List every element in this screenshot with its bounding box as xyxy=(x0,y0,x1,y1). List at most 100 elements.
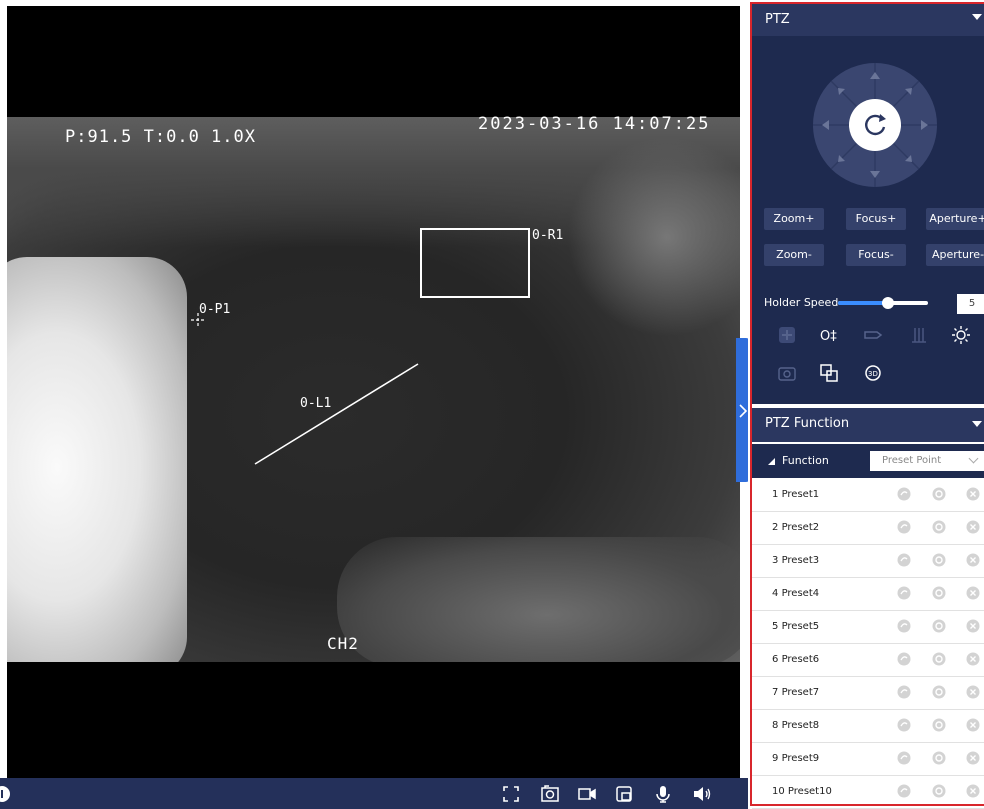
set-preset-icon[interactable] xyxy=(932,520,946,534)
focus-in-button[interactable]: Focus+ xyxy=(846,208,906,230)
tag-icon[interactable] xyxy=(862,324,884,346)
position-icon[interactable] xyxy=(818,362,840,384)
delete-preset-icon[interactable] xyxy=(966,520,980,534)
volume-icon[interactable] xyxy=(692,784,712,804)
delete-preset-icon[interactable] xyxy=(966,586,980,600)
call-preset-icon[interactable] xyxy=(897,718,911,732)
triangle-icon xyxy=(768,458,775,465)
chevron-down-icon[interactable] xyxy=(972,14,982,20)
point-label: 0-P1 xyxy=(199,302,231,317)
delete-preset-icon[interactable] xyxy=(966,619,980,633)
preset-label: Preset7 xyxy=(781,687,820,698)
holder-speed-slider[interactable] xyxy=(838,297,928,309)
delete-preset-icon[interactable] xyxy=(966,718,980,732)
preset-name: 9 xyxy=(772,753,779,764)
ptz-header[interactable]: PTZ xyxy=(752,4,984,36)
set-preset-icon[interactable] xyxy=(932,751,946,765)
function-select[interactable]: Preset Point xyxy=(870,451,984,471)
delete-preset-icon[interactable] xyxy=(966,487,980,501)
roi-rectangle xyxy=(420,228,530,298)
window-icon[interactable] xyxy=(614,784,634,804)
preset-name: 2 xyxy=(772,522,779,533)
preset-list: 1 Preset1 2 Preset2 3 Preset3 4 Preset4 5 Pr… xyxy=(752,479,984,809)
preset-text: 7 Preset7 xyxy=(772,687,819,698)
preset-row[interactable]: 1 Preset1 xyxy=(752,479,984,512)
info-icon[interactable] xyxy=(0,784,16,804)
preset-row[interactable]: 2 Preset2 xyxy=(752,512,984,545)
ptz-title: PTZ xyxy=(765,12,790,27)
delete-preset-icon[interactable] xyxy=(966,751,980,765)
aperture-out-button[interactable]: Aperture- xyxy=(926,244,984,266)
ptz-position-overlay: P:91.5 T:0.0 1.0X xyxy=(65,127,256,147)
preset-name: 5 xyxy=(772,621,779,632)
aperture-in-button[interactable]: Aperture+ xyxy=(926,208,984,230)
preset-label: Preset2 xyxy=(781,522,820,533)
call-preset-icon[interactable] xyxy=(897,685,911,699)
set-preset-icon[interactable] xyxy=(932,553,946,567)
zoom-in-button[interactable]: Zoom+ xyxy=(764,208,824,230)
set-preset-icon[interactable] xyxy=(932,652,946,666)
holder-speed-label: Holder Speed xyxy=(764,296,839,309)
slider-handle[interactable] xyxy=(881,297,894,309)
video-area: P:91.5 T:0.0 1.0X 2023-03-16 14:07:25 0-… xyxy=(0,0,740,778)
microphone-icon[interactable] xyxy=(653,784,673,804)
set-preset-icon[interactable] xyxy=(932,718,946,732)
auto-scan-icon[interactable] xyxy=(776,324,798,346)
set-preset-icon[interactable] xyxy=(932,619,946,633)
delete-preset-icon[interactable] xyxy=(966,553,980,567)
delete-preset-icon[interactable] xyxy=(966,784,980,798)
fullscreen-icon[interactable] xyxy=(501,784,521,804)
measure-line xyxy=(254,363,419,465)
call-preset-icon[interactable] xyxy=(897,784,911,798)
preset-row[interactable]: 6 Preset6 xyxy=(752,644,984,677)
preset-text: 4 Preset4 xyxy=(772,588,819,599)
preset-label: Preset3 xyxy=(781,555,820,566)
call-preset-icon[interactable] xyxy=(897,751,911,765)
preset-name: 1 xyxy=(772,489,779,500)
call-preset-icon[interactable] xyxy=(897,619,911,633)
preset-row[interactable]: 7 Preset7 xyxy=(752,677,984,710)
function-label: Function xyxy=(782,454,829,467)
preset-text: 2 Preset2 xyxy=(772,522,819,533)
preset-row[interactable]: 4 Preset4 xyxy=(752,578,984,611)
set-preset-icon[interactable] xyxy=(932,586,946,600)
call-preset-icon[interactable] xyxy=(897,586,911,600)
snapshot-icon[interactable] xyxy=(540,784,560,804)
camera-capture-icon[interactable] xyxy=(776,362,798,384)
set-preset-icon[interactable] xyxy=(932,784,946,798)
ptz-function-header[interactable]: PTZ Function xyxy=(752,408,984,442)
delete-preset-icon[interactable] xyxy=(966,685,980,699)
record-icon[interactable] xyxy=(577,784,597,804)
direction-pad[interactable] xyxy=(812,62,938,188)
call-preset-icon[interactable] xyxy=(897,652,911,666)
delete-preset-icon[interactable] xyxy=(966,652,980,666)
chevron-down-icon[interactable] xyxy=(972,421,982,427)
preset-text: 6 Preset6 xyxy=(772,654,819,665)
preset-row[interactable]: 9 Preset9 xyxy=(752,743,984,776)
wiper-icon[interactable]: O‡ xyxy=(818,324,840,346)
preset-row[interactable]: 10 Preset10 xyxy=(752,776,984,809)
preset-text: 10 Preset10 xyxy=(772,786,832,797)
preset-name: 3 xyxy=(772,555,779,566)
lines-icon[interactable] xyxy=(908,324,930,346)
zoom-out-button[interactable]: Zoom- xyxy=(764,244,824,266)
set-preset-icon[interactable] xyxy=(932,685,946,699)
svg-text:3D: 3D xyxy=(868,370,878,378)
call-preset-icon[interactable] xyxy=(897,553,911,567)
preset-text: 8 Preset8 xyxy=(772,720,819,731)
holder-speed-value[interactable]: 5 xyxy=(957,294,984,314)
preset-label: Preset1 xyxy=(781,489,820,500)
call-preset-icon[interactable] xyxy=(897,487,911,501)
preset-name: 10 xyxy=(772,786,785,797)
light-icon[interactable] xyxy=(950,324,972,346)
focus-out-button[interactable]: Focus- xyxy=(846,244,906,266)
function-select-value: Preset Point xyxy=(882,455,942,466)
preset-row[interactable]: 3 Preset3 xyxy=(752,545,984,578)
preset-row[interactable]: 8 Preset8 xyxy=(752,710,984,743)
preset-text: 9 Preset9 xyxy=(772,753,819,764)
3d-position-icon[interactable]: 3D xyxy=(862,362,884,384)
channel-overlay: CH2 xyxy=(327,634,359,653)
call-preset-icon[interactable] xyxy=(897,520,911,534)
preset-row[interactable]: 5 Preset5 xyxy=(752,611,984,644)
set-preset-icon[interactable] xyxy=(932,487,946,501)
